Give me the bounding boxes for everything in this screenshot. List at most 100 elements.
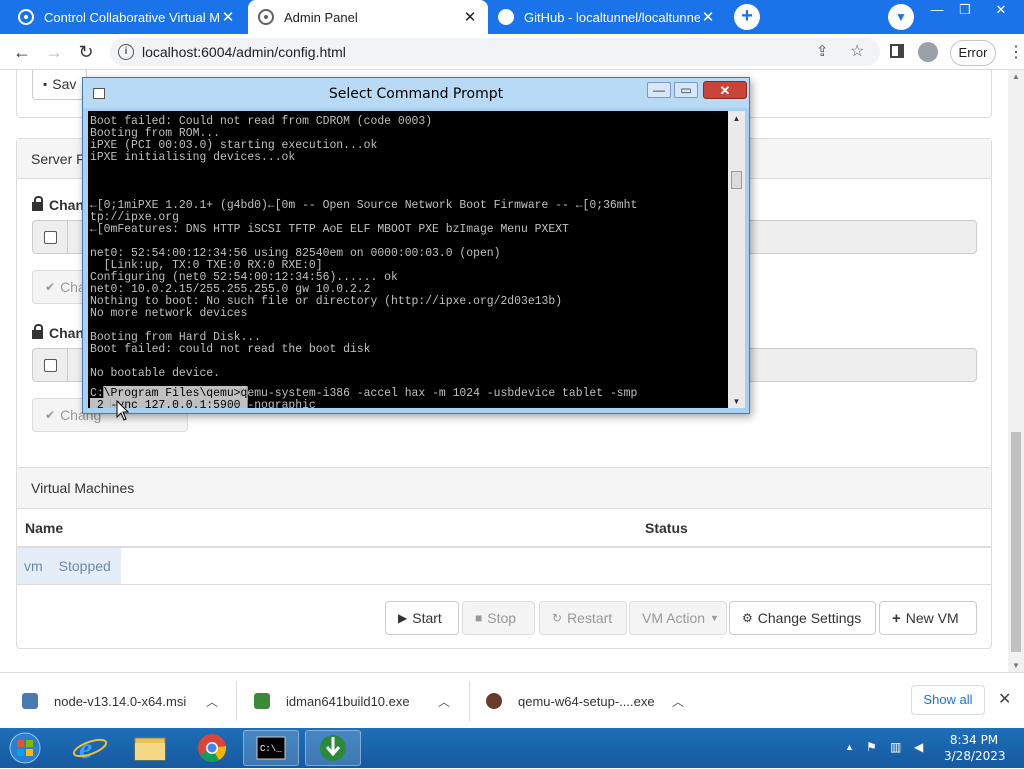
restart-button[interactable]: ↻ Restart (539, 601, 627, 635)
console-output[interactable]: Boot failed: Could not read from CDROM (… (88, 111, 728, 408)
download-shelf: node-v13.14.0-x64.msi ︿ idman641build10.… (0, 672, 1024, 728)
vm-name-cell: vm (24, 558, 43, 574)
tab-title: GitHub - localtunnel/localtunnel (524, 9, 700, 25)
section1-checkbox[interactable] (44, 231, 57, 244)
show-all-downloads-button[interactable]: Show all (911, 685, 985, 715)
profile-avatar[interactable] (918, 42, 938, 62)
qemu-file-icon (486, 693, 502, 709)
vm-col-status: Status (645, 520, 688, 536)
scroll-up-icon[interactable]: ▲ (1008, 72, 1024, 81)
download-item[interactable]: node-v13.14.0-x64.msi ︿ (22, 673, 232, 729)
share-icon[interactable]: ⇪ (816, 42, 829, 60)
forward-button[interactable]: → (42, 40, 66, 64)
download-divider (236, 681, 237, 721)
cmd-icon[interactable]: C:\_ (243, 730, 299, 766)
save-label: Sav (52, 76, 77, 92)
tab-title: Control Collaborative Virtual Mac (44, 9, 220, 25)
address-bar[interactable]: i localhost:6004/admin/config.html ⇪ ☆ (110, 38, 880, 66)
idm-icon[interactable] (305, 730, 361, 766)
close-tab-icon[interactable]: ✕ (220, 8, 236, 26)
browser-menu-icon[interactable]: ⋮ (1008, 42, 1024, 62)
download-item[interactable]: qemu-w64-setup-....exe ︿ (486, 673, 696, 729)
vm-action-dropdown[interactable]: VM Action ▼ (629, 601, 727, 635)
chevron-up-icon[interactable]: ︿ (672, 693, 684, 710)
cmd-scrollbar[interactable]: ▲ ▼ (728, 111, 745, 408)
chevron-up-icon[interactable]: ︿ (438, 693, 450, 710)
minimize-window-button[interactable]: — (926, 2, 948, 18)
console-line: ←[0mFeatures: DNS HTTP iSCSI TFTP AoE EL… (90, 222, 569, 236)
browser-tab-strip: Control Collaborative Virtual Mac ✕ Admi… (0, 0, 1024, 34)
error-button[interactable]: Error (950, 40, 996, 66)
plus-icon: + (892, 609, 901, 627)
cmd-scroll-up-icon[interactable]: ▲ (728, 114, 745, 123)
scrollbar-thumb[interactable] (1011, 432, 1021, 652)
stop-icon: ■ (475, 611, 483, 625)
page-scrollbar[interactable]: ▲ ▼ (1008, 70, 1024, 672)
cmd-scroll-down-icon[interactable]: ▼ (728, 397, 745, 406)
close-window-button[interactable]: ✕ (990, 2, 1012, 18)
close-tab-icon[interactable]: ✕ (462, 8, 478, 26)
folder-icon (134, 737, 166, 761)
download-divider (469, 681, 470, 721)
lock-icon (32, 195, 43, 211)
volume-muted-icon[interactable]: ◀ (914, 740, 923, 754)
restore-window-button[interactable]: ❐ (954, 2, 976, 18)
save-button[interactable]: ▪ Sav (32, 70, 88, 100)
cmd-maximize-button[interactable]: ▭ (674, 82, 698, 98)
cmd-close-button[interactable]: ✕ (703, 81, 747, 99)
new-tab-button[interactable]: + (734, 4, 760, 30)
globe-icon (18, 9, 34, 25)
site-info-icon[interactable]: i (118, 44, 134, 60)
tray-expand-icon[interactable]: ▲ (845, 742, 854, 752)
star-icon[interactable]: ☆ (850, 41, 864, 61)
cmd-titlebar[interactable]: Select Command Prompt — ▭ ✕ (83, 78, 749, 108)
stop-label: Stop (487, 610, 517, 626)
clock-time: 8:34 PM (949, 733, 999, 747)
section2-checkbox[interactable] (44, 359, 57, 372)
caret-down-icon: ▼ (710, 613, 719, 623)
tab-admin-panel[interactable]: Admin Panel ✕ (248, 0, 488, 34)
tab-search-button[interactable]: ▼ (888, 4, 914, 30)
idm-logo (320, 735, 346, 761)
command-prompt-window[interactable]: Select Command Prompt — ▭ ✕ Boot failed:… (82, 77, 750, 414)
side-panel-icon[interactable] (890, 44, 904, 58)
console-line: iPXE initialising devices...ok (90, 150, 296, 164)
check-icon: ✔ (45, 408, 56, 422)
tab-title: Admin Panel (284, 9, 358, 25)
wrap-part-a: 2 (90, 398, 111, 408)
stop-button[interactable]: ■ Stop (462, 601, 535, 635)
download-name: idman641build10.exe (286, 693, 410, 709)
chevron-up-icon[interactable]: ︿ (206, 693, 218, 710)
check-icon: ✔ (45, 280, 56, 294)
vm-panel-heading: Virtual Machines (17, 468, 991, 509)
windows-start-icon[interactable] (8, 732, 42, 764)
chrome-icon[interactable] (184, 730, 240, 766)
back-button[interactable]: ← (10, 40, 34, 64)
close-tab-icon[interactable]: ✕ (700, 8, 716, 26)
start-label: Start (412, 610, 442, 626)
section2-checkbox-addon (32, 348, 68, 382)
windows-taskbar: e C:\_ ▲ ⚑ ▥ ◀ 8:34 PM 3/28/2023 (0, 728, 1024, 768)
tab-github[interactable]: GitHub - localtunnel/localtunnel ✕ (488, 0, 726, 34)
action-center-flag-icon[interactable]: ⚑ (866, 740, 877, 754)
change-settings-button[interactable]: ⚙ Change Settings (729, 601, 876, 635)
section2-label: Chan (32, 323, 84, 341)
msi-file-icon (22, 693, 38, 709)
save-icon: ▪ (43, 77, 48, 91)
explorer-icon[interactable] (122, 730, 178, 766)
network-icon[interactable]: ▥ (890, 740, 901, 754)
new-vm-button[interactable]: + New VM (879, 601, 977, 635)
cmd-minimize-button[interactable]: — (647, 82, 671, 98)
tab-control-collaborative[interactable]: Control Collaborative Virtual Mac ✕ (8, 0, 246, 34)
close-shelf-icon[interactable]: ✕ (998, 689, 1011, 709)
github-icon (498, 9, 514, 25)
reload-button[interactable]: ↻ (74, 40, 98, 64)
scroll-down-icon[interactable]: ▼ (1008, 661, 1024, 670)
console-line: No bootable device. (90, 366, 220, 380)
system-clock[interactable]: 8:34 PM 3/28/2023 (944, 732, 1006, 764)
ie-icon[interactable]: e (62, 730, 118, 766)
table-row[interactable]: vm Stopped (17, 548, 121, 584)
download-item[interactable]: idman641build10.exe ︿ (254, 673, 464, 729)
start-button[interactable]: ▶ Start (385, 601, 459, 635)
cmd-scroll-thumb[interactable] (731, 171, 742, 189)
